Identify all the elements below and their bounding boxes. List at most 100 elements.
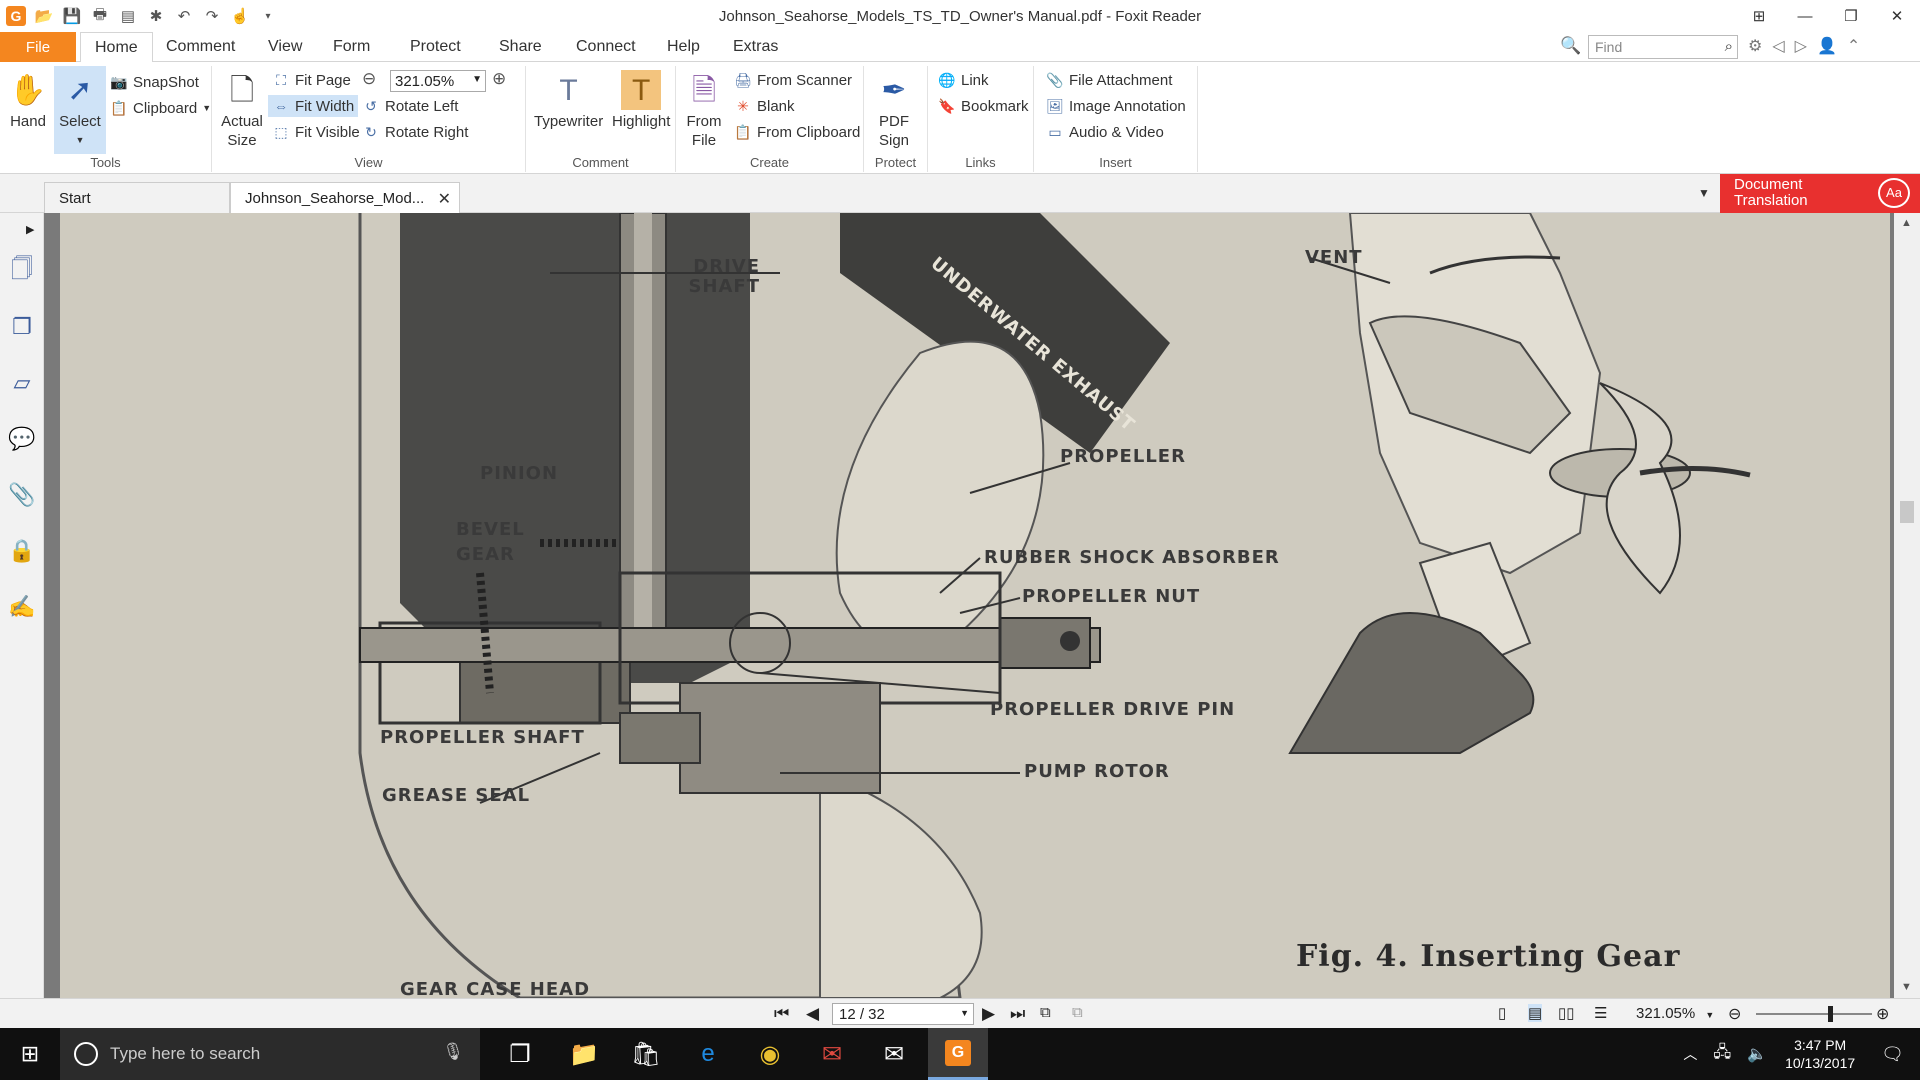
from-file-button[interactable]: 🗎 From File — [684, 70, 724, 150]
network-icon[interactable]: 🖧 — [1705, 1041, 1739, 1068]
security-lock-icon[interactable]: 🔒 — [8, 537, 36, 565]
fit-width-button[interactable]: ⇔ Fit Width — [268, 95, 359, 117]
next-result-icon[interactable]: ▷ — [1795, 36, 1807, 56]
next-page-icon[interactable]: ▶ — [982, 1004, 995, 1024]
audio-video-button[interactable]: ▭ Audio & Video — [1046, 121, 1163, 143]
fit-visible-button[interactable]: ⬚ Fit Visible — [272, 121, 359, 143]
settings-gear-icon[interactable]: ⚙ — [1748, 36, 1762, 56]
tab-file[interactable]: File — [0, 32, 76, 62]
tab-view[interactable]: View — [254, 32, 316, 62]
store-icon[interactable]: 🛍 — [618, 1028, 674, 1080]
zoom-in-icon[interactable]: ⊕ — [492, 69, 506, 89]
tab-extras[interactable]: Extras — [719, 32, 792, 62]
select-button[interactable]: ➚ Select ▼ — [54, 66, 106, 154]
next-view-icon[interactable]: ⧉ — [1072, 1004, 1083, 1021]
minimize-button[interactable]: — — [1782, 0, 1828, 32]
expand-panel-icon[interactable]: ▶ — [26, 223, 34, 236]
bookmark-button[interactable]: 🔖 Bookmark — [938, 95, 1028, 117]
highlight-button[interactable]: T Highlight — [612, 70, 670, 131]
clock[interactable]: 3:47 PM 10/13/2017 — [1775, 1036, 1865, 1072]
edge-browser-icon[interactable]: e — [680, 1028, 736, 1080]
file-explorer-icon[interactable]: 📁 — [556, 1028, 612, 1080]
user-account-icon[interactable]: 👤 — [1817, 36, 1837, 56]
image-annotation-button[interactable]: 🖼 Image Annotation — [1046, 95, 1186, 117]
continuous-facing-icon[interactable]: ☰ — [1594, 1004, 1607, 1022]
link-button[interactable]: 🌐 Link — [938, 69, 988, 91]
document-translation-button[interactable]: Document Translation Aa — [1720, 174, 1920, 213]
show-hidden-icons-chevron-icon[interactable]: ︿ — [1675, 1044, 1705, 1064]
tab-home[interactable]: Home — [80, 32, 153, 63]
facing-page-icon[interactable]: ▯▯ — [1558, 1004, 1575, 1022]
collapse-ribbon-icon[interactable]: ⌃ — [1847, 36, 1860, 56]
close-button[interactable]: ✕ — [1874, 0, 1920, 32]
previous-view-icon[interactable]: ⧉ — [1040, 1004, 1051, 1021]
tab-help[interactable]: Help — [653, 32, 714, 62]
fit-page-button[interactable]: ⛶ Fit Page — [272, 69, 351, 91]
comments-icon[interactable]: 💬 — [8, 425, 36, 453]
cortana-icon — [74, 1042, 98, 1066]
find-options-icon[interactable]: 🔍 — [1560, 36, 1581, 56]
close-tab-icon[interactable]: ✕ — [438, 189, 451, 209]
actual-size-button[interactable]: 🗋 Actual Size — [220, 70, 264, 150]
snapshot-button[interactable]: 📷 SnapShot — [110, 71, 199, 93]
tab-list-dropdown-icon[interactable]: ▼ — [1698, 186, 1710, 200]
clock-date: 10/13/2017 — [1785, 1055, 1856, 1071]
typewriter-button[interactable]: T Typewriter — [534, 70, 603, 131]
scroll-down-icon[interactable]: ▼ — [1901, 981, 1912, 993]
rotate-right-button[interactable]: ↻ Rotate Right — [362, 121, 468, 143]
taskbar-search-input[interactable]: Type here to search 🎙 — [60, 1028, 480, 1080]
document-view[interactable]: DRIVE SHAFT UNDERWATER EXHAUST VENT PROP… — [44, 213, 1894, 998]
tab-comment[interactable]: Comment — [152, 32, 249, 62]
zoom-dropdown[interactable]: 321.05% ▼ — [390, 70, 486, 92]
continuous-page-icon[interactable]: ▤ — [1528, 1004, 1543, 1022]
pages-icon[interactable]: ❐ — [8, 313, 36, 341]
page-thumbnail-icon[interactable]: 🗍 — [8, 256, 36, 285]
task-view-icon[interactable]: ❐ — [492, 1028, 548, 1080]
chrome-icon[interactable]: ◉ — [742, 1028, 798, 1080]
mail-icon[interactable]: ✉ — [866, 1028, 922, 1080]
search-icon[interactable]: ⌕ — [1725, 38, 1733, 55]
vertical-scrollbar[interactable]: ▲ ▼ — [1894, 213, 1920, 998]
zoom-out-icon[interactable]: ⊖ — [1728, 1004, 1741, 1024]
previous-page-icon[interactable]: ◀ — [806, 1004, 819, 1024]
tab-document[interactable]: Johnson_Seahorse_Mod... ✕ — [230, 182, 460, 213]
status-zoom-value[interactable]: 321.05% ▼ — [1636, 1005, 1714, 1022]
zoom-out-icon[interactable]: ⊖ — [362, 69, 376, 89]
ribbon-display-icon[interactable]: ⊞ — [1736, 0, 1782, 32]
clipboard-button[interactable]: 📋 Clipboard ▼ — [110, 97, 211, 119]
first-page-icon[interactable]: ⏮ — [774, 1004, 789, 1024]
previous-result-icon[interactable]: ◁ — [1772, 36, 1784, 56]
single-page-icon[interactable]: ▯ — [1498, 1004, 1506, 1022]
blank-button[interactable]: ✳ Blank — [734, 95, 794, 117]
action-center-icon[interactable]: 🗨 — [1865, 1044, 1920, 1065]
windows-start-icon[interactable]: ⊞ — [0, 1028, 60, 1080]
hand-button[interactable]: ✋ Hand — [8, 70, 48, 131]
layers-icon[interactable]: ▱ — [8, 369, 36, 397]
tab-start[interactable]: Start — [44, 182, 230, 213]
signatures-icon[interactable]: ✍ — [8, 593, 36, 621]
tab-share[interactable]: Share — [485, 32, 556, 62]
scrollbar-thumb[interactable] — [1900, 501, 1914, 523]
from-scanner-button[interactable]: 🖨 From Scanner — [734, 69, 852, 91]
attachments-icon[interactable]: 📎 — [8, 481, 36, 509]
taskbar-search-placeholder: Type here to search — [110, 1044, 261, 1063]
tab-protect[interactable]: Protect — [396, 32, 475, 62]
scroll-up-icon[interactable]: ▲ — [1901, 217, 1912, 229]
mail-app-icon[interactable]: ✉ — [804, 1028, 860, 1080]
tab-form[interactable]: Form — [319, 32, 384, 62]
zoom-slider-thumb[interactable] — [1827, 1006, 1833, 1022]
find-input[interactable]: Find ⌕ — [1588, 35, 1738, 59]
rotate-left-button[interactable]: ↺ Rotate Left — [362, 95, 458, 117]
volume-icon[interactable]: 🔈 — [1739, 1044, 1775, 1064]
zoom-in-icon[interactable]: ⊕ — [1876, 1004, 1889, 1024]
pdf-sign-button[interactable]: ✒ PDF Sign — [872, 70, 916, 150]
file-attachment-button[interactable]: 📎 File Attachment — [1046, 69, 1172, 91]
microphone-icon[interactable]: 🎙 — [442, 1042, 464, 1062]
restore-button[interactable]: ❐ — [1828, 0, 1874, 32]
zoom-slider[interactable] — [1756, 1013, 1872, 1015]
last-page-icon[interactable]: ⏭ — [1010, 1004, 1025, 1024]
foxit-reader-taskbar-icon[interactable]: G — [928, 1028, 988, 1080]
from-clipboard-button[interactable]: 📋 From Clipboard — [734, 121, 860, 143]
tab-connect[interactable]: Connect — [562, 32, 650, 62]
page-number-input[interactable]: 12 / 32 ▼ — [832, 1003, 974, 1025]
